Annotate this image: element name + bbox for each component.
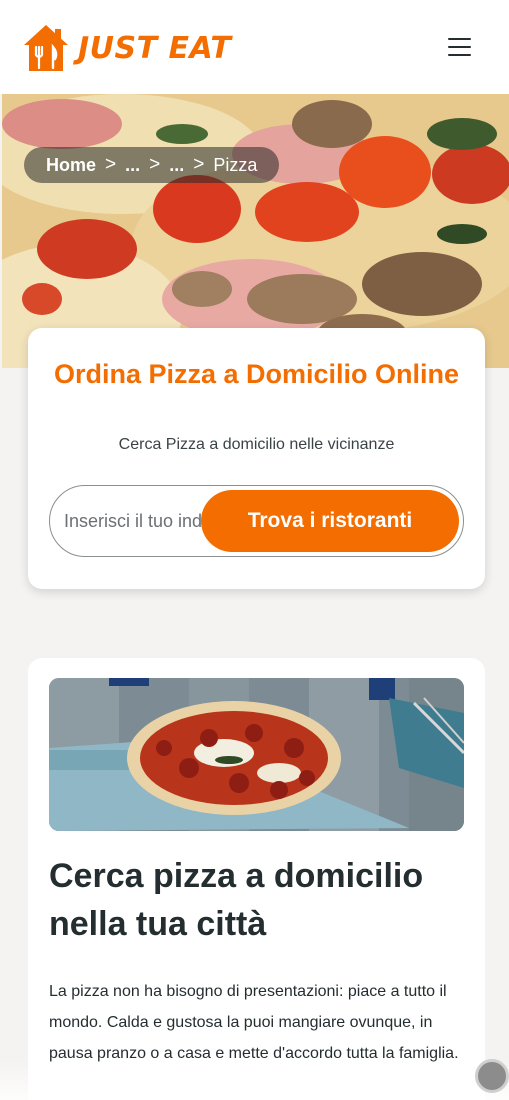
- address-search-box: Trova i ristoranti: [49, 485, 464, 557]
- hamburger-menu-icon[interactable]: [446, 36, 474, 58]
- search-subtitle: Cerca Pizza a domicilio nelle vicinanze: [118, 436, 395, 453]
- scroll-to-top-button[interactable]: [475, 1059, 509, 1093]
- chevron-right-icon: >: [149, 154, 161, 175]
- search-card: Ordina Pizza a Domicilio Online Cerca Pi…: [28, 328, 485, 589]
- article-title: Cerca pizza a domicilio nella tua città: [49, 857, 424, 943]
- house-fork-knife-icon: [24, 25, 68, 71]
- chevron-right-icon: >: [105, 154, 117, 175]
- hero-pizza-image: [2, 94, 509, 368]
- article-card: Cerca pizza a domicilio nella tua città …: [28, 658, 485, 1100]
- find-restaurants-button[interactable]: Trova i ristoranti: [201, 490, 459, 552]
- breadcrumb-current: Pizza: [213, 154, 258, 175]
- breadcrumb-home[interactable]: Home: [46, 155, 96, 176]
- site-header: JUST EAT: [0, 0, 509, 94]
- article-pizza-image: [49, 678, 464, 831]
- just-eat-logo[interactable]: JUST EAT: [22, 22, 231, 74]
- logo-wordmark: JUST EAT: [78, 30, 232, 66]
- breadcrumb: Home > ... > ... > Pizza: [24, 147, 280, 183]
- breadcrumb-level-3[interactable]: ...: [169, 155, 184, 176]
- search-title: Ordina Pizza a Domicilio Online: [53, 359, 460, 389]
- breadcrumb-level-2[interactable]: ...: [125, 155, 140, 176]
- chevron-right-icon: >: [193, 154, 205, 175]
- address-input[interactable]: [64, 496, 214, 546]
- bottom-fade: [0, 1060, 509, 1100]
- article-body: La pizza non ha bisogno di presentazioni…: [49, 983, 459, 1062]
